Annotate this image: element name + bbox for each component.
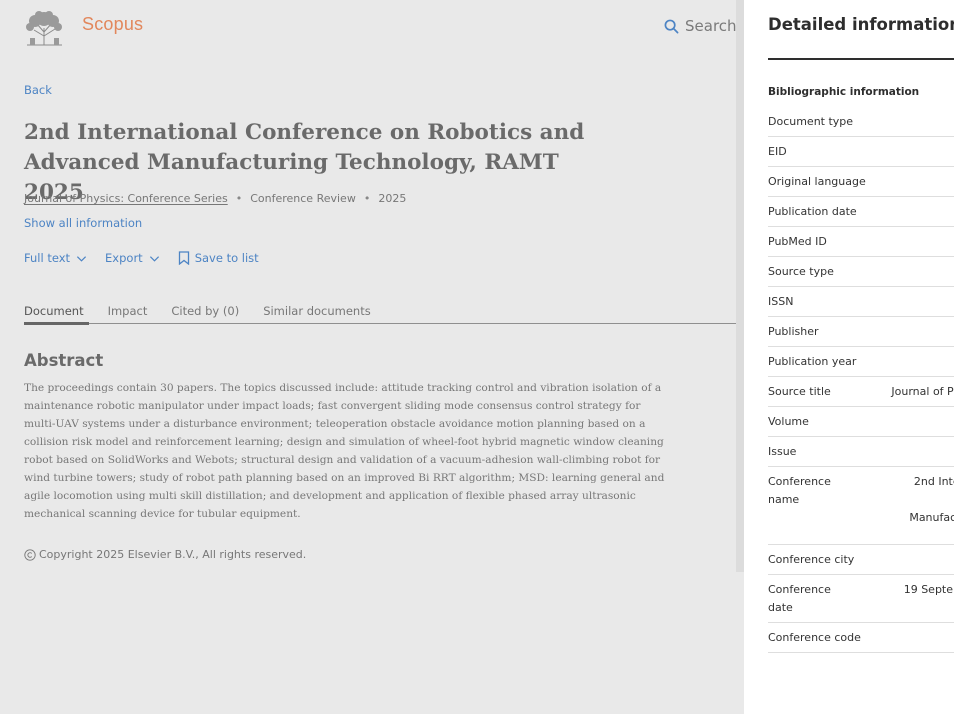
bib-row: Conference code bbox=[768, 623, 954, 653]
bib-row-value: 19 September bbox=[903, 583, 954, 596]
document-tabs: Document Impact Cited by (0) Similar doc… bbox=[24, 304, 744, 325]
back-link[interactable]: Back bbox=[24, 83, 52, 97]
bib-row-label: Conference city bbox=[768, 553, 855, 566]
bib-row: Publication year bbox=[768, 347, 954, 377]
tab-similar-documents[interactable]: Similar documents bbox=[263, 304, 395, 323]
bib-row-label: Publication date bbox=[768, 205, 857, 218]
save-to-list-label: Save to list bbox=[194, 251, 259, 265]
bib-row: ISSN bbox=[768, 287, 954, 317]
chevron-down-icon bbox=[76, 255, 87, 262]
bib-row-label: Volume bbox=[768, 415, 809, 428]
search-icon bbox=[664, 19, 679, 33]
tab-cited-by[interactable]: Cited by (0) bbox=[171, 304, 263, 323]
bib-row-label: Publisher bbox=[768, 325, 819, 338]
detailed-information-panel: Detailed information Bibliographic infor… bbox=[744, 0, 954, 714]
panel-title: Detailed information bbox=[768, 15, 954, 34]
bib-row: Publisher bbox=[768, 317, 954, 347]
document-type: Conference Review bbox=[250, 192, 356, 205]
bib-row-label: Publication year bbox=[768, 355, 857, 368]
bib-row: Publication date bbox=[768, 197, 954, 227]
bib-row: Source typeCon bbox=[768, 257, 954, 287]
bib-row: Issue bbox=[768, 437, 954, 467]
elsevier-tree-logo[interactable] bbox=[24, 10, 65, 46]
bib-row-label: Conference code bbox=[768, 631, 861, 644]
bib-row-label: Issue bbox=[768, 445, 797, 458]
show-all-information-link[interactable]: Show all information bbox=[24, 216, 142, 230]
bib-row: EID2 bbox=[768, 137, 954, 167]
bib-row: PubMed ID bbox=[768, 227, 954, 257]
bib-row: Volume bbox=[768, 407, 954, 437]
meta-separator: • bbox=[363, 192, 371, 205]
tab-document[interactable]: Document bbox=[24, 304, 108, 325]
full-text-label: Full text bbox=[24, 251, 71, 265]
search-label: Search bbox=[685, 17, 737, 35]
bib-row-label: ISSN bbox=[768, 295, 794, 308]
bib-row-value: Journal of Physic bbox=[891, 385, 954, 398]
journal-link[interactable]: Journal of Physics: Conference Series bbox=[24, 192, 228, 205]
abstract-text: The proceedings contain 30 papers. The t… bbox=[24, 382, 665, 520]
bib-row: Original language bbox=[768, 167, 954, 197]
bib-row-label: Source title bbox=[768, 385, 831, 398]
full-text-button[interactable]: Full text bbox=[24, 251, 87, 265]
bib-row-label: EID bbox=[768, 145, 787, 158]
bib-row-label: PubMed ID bbox=[768, 235, 827, 248]
bib-row-value: 2nd InternatRobManufacturin bbox=[909, 475, 954, 524]
bookmark-icon bbox=[178, 251, 189, 265]
document-meta: Journal of Physics: Conference Series • … bbox=[24, 192, 406, 205]
bib-row-label: Source type bbox=[768, 265, 834, 278]
publication-year: 2025 bbox=[378, 192, 407, 205]
bib-row: Conferencename 2nd InternatRobManufacturi… bbox=[768, 467, 954, 545]
bibliographic-table: Document type EID2 Original language Public… bbox=[768, 107, 954, 653]
copyright-notice: Copyright 2025 Elsevier B.V., All rights… bbox=[24, 548, 306, 561]
tab-impact[interactable]: Impact bbox=[108, 304, 172, 323]
scopus-brand[interactable]: Scopus bbox=[82, 14, 143, 35]
abstract-heading: Abstract bbox=[24, 351, 104, 370]
copyright-text: Copyright 2025 Elsevier B.V., All rights… bbox=[39, 548, 307, 561]
save-to-list-button[interactable]: Save to list bbox=[178, 251, 259, 265]
bibliographic-section-heading: Bibliographic information bbox=[768, 86, 920, 98]
bib-row: Source title Journal of Physic bbox=[768, 377, 954, 407]
document-actions: Full text Export Save to list bbox=[24, 251, 259, 265]
bib-row: Conference city bbox=[768, 545, 954, 575]
search-button[interactable]: Search bbox=[664, 17, 737, 35]
bib-row: Document type bbox=[768, 107, 954, 137]
copyright-icon bbox=[24, 548, 36, 561]
export-button[interactable]: Export bbox=[105, 251, 160, 265]
bib-row: Conferencedate 19 September bbox=[768, 575, 954, 623]
panel-title-divider bbox=[768, 58, 954, 60]
document-page: Scopus Search Back 2nd International Con… bbox=[0, 0, 744, 714]
bib-row-label: Conference name bbox=[768, 475, 831, 506]
bib-row-label: Document type bbox=[768, 115, 854, 128]
bib-row-label: Conference date bbox=[768, 583, 831, 614]
chevron-down-icon bbox=[149, 255, 159, 262]
export-label: Export bbox=[105, 251, 143, 265]
panel-shadow-edge bbox=[736, 0, 744, 572]
bib-row-label: Original language bbox=[768, 175, 866, 188]
meta-separator: • bbox=[235, 192, 243, 205]
